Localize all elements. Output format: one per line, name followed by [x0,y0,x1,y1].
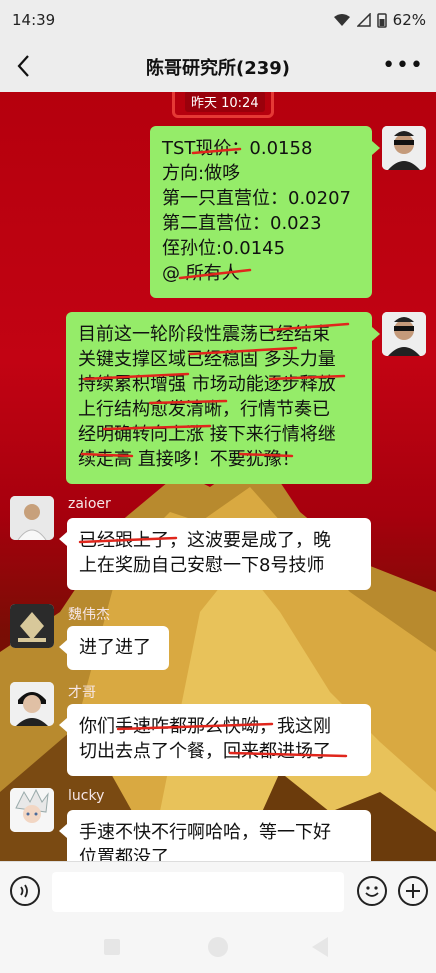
recents-icon[interactable] [104,939,120,955]
more-icon[interactable]: ••• [382,53,424,78]
message-input[interactable] [52,872,344,912]
back-icon[interactable] [312,937,328,957]
status-time: 14:39 [12,11,56,29]
chat-header: 陈哥研究所(239) ••• [0,40,436,92]
battery-icon [376,13,387,28]
chat-title: 陈哥研究所(239) [145,58,291,79]
voice-waves-icon [20,884,28,898]
emoji-icon[interactable] [357,876,387,906]
annotation-strikes [78,147,350,758]
plus-glyph-icon [406,884,420,898]
status-bar: 14:39 62% [0,0,436,40]
battery-percent: 62% [392,11,426,29]
signal-icon [356,13,371,27]
home-icon[interactable] [208,937,228,957]
system-navigation [0,921,436,973]
voice-icon[interactable] [10,876,40,906]
status-icons: 62% [333,11,426,29]
chat-area[interactable]: 昨天 10:24 TST现价：0.0158 方向:做哆 第一只直营位：0.020… [0,92,436,861]
wifi-icon [333,14,350,26]
plus-icon[interactable] [398,876,428,906]
smile-icon [365,886,379,897]
input-bar [0,861,436,922]
